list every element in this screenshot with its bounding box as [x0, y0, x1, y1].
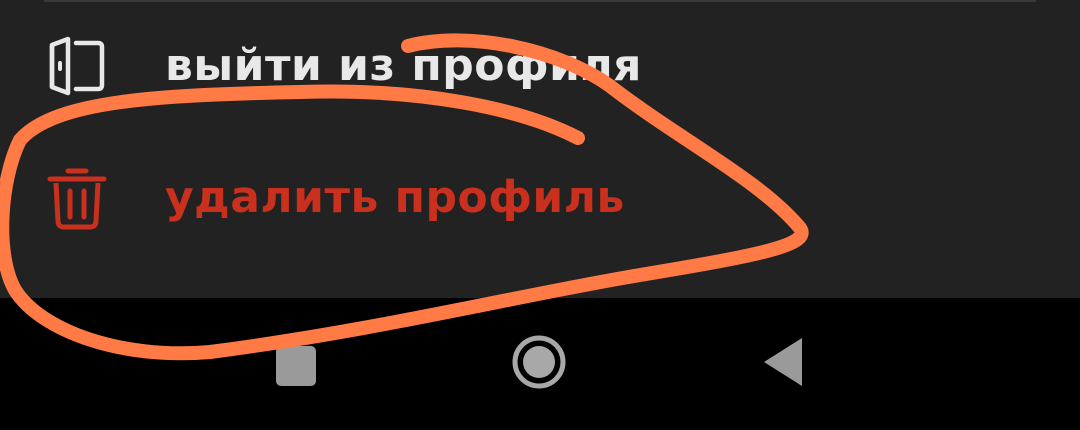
- delete-profile-label: удалить профиль: [165, 172, 625, 223]
- logout-menu-item[interactable]: выйти из профиля: [0, 2, 1080, 132]
- back-triangle-icon[interactable]: [748, 326, 820, 398]
- trash-icon: [47, 168, 107, 230]
- recents-square-icon[interactable]: [260, 326, 332, 398]
- profile-menu-panel: выйти из профиля удалить профиль: [0, 0, 1080, 298]
- logout-door-icon: [49, 36, 105, 96]
- delete-profile-menu-item[interactable]: удалить профиль: [0, 134, 1080, 264]
- screen: выйти из профиля удалить профиль: [0, 0, 1080, 430]
- home-circle-icon[interactable]: [503, 326, 575, 398]
- logout-label: выйти из профиля: [165, 40, 642, 91]
- system-navigation-bar: [0, 298, 1080, 430]
